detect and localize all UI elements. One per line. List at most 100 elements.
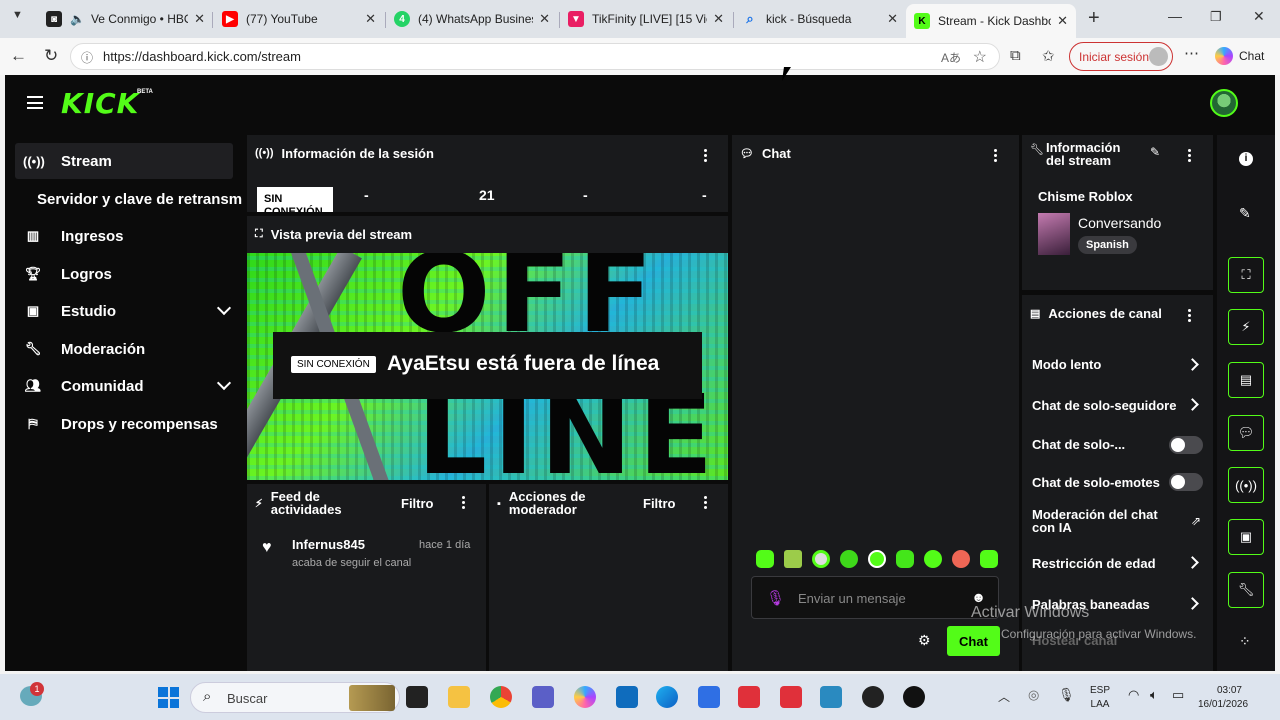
action-slow-mode[interactable]: Modo lento <box>1032 357 1207 372</box>
site-info-icon[interactable]: ⓘ <box>81 49 93 66</box>
emote-icon[interactable] <box>840 550 858 568</box>
wifi-icon[interactable]: ◠ <box>1128 687 1139 703</box>
chat-settings-icon[interactable]: ⚙ <box>918 632 931 649</box>
read-aloud-icon[interactable]: Aあ <box>941 49 961 66</box>
more-menu-icon[interactable]: ⋯ <box>1184 44 1199 62</box>
user-avatar[interactable] <box>1210 89 1238 117</box>
task-view-icon[interactable] <box>406 686 428 708</box>
menu-icon[interactable] <box>27 96 43 109</box>
battery-icon[interactable]: ▭ <box>1172 687 1184 703</box>
volume-icon[interactable]: 🔈︎ <box>1150 687 1158 703</box>
more-icon[interactable]: ⁘ <box>1239 633 1251 650</box>
sidebar-item-stream[interactable]: ((•)) Stream <box>15 143 233 179</box>
close-tab-icon[interactable]: ✕ <box>1057 13 1068 29</box>
kebab-menu-icon[interactable] <box>704 149 707 164</box>
app-icon[interactable] <box>698 686 720 708</box>
app-icon[interactable] <box>780 686 802 708</box>
chevron-up-icon[interactable]: ︿ <box>998 688 1010 705</box>
app-icon[interactable] <box>903 686 925 708</box>
clock[interactable]: 03:07 16/01/2026 <box>1198 684 1248 712</box>
tab-hbo[interactable]: ◙ 🔈 Ve Conmigo • HBO ✕ <box>38 4 213 34</box>
sidebar-item-drops[interactable]: ⛿ Drops y recompensas <box>15 406 233 442</box>
favorite-star-icon[interactable]: ☆ <box>973 47 987 67</box>
language-indicator[interactable]: ESP LAA <box>1090 684 1110 712</box>
emote-icon[interactable] <box>952 550 970 568</box>
tab-kick-dashboard[interactable]: K Stream - Kick Dashboar ✕ <box>906 4 1076 38</box>
close-tab-icon[interactable]: ✕ <box>713 11 724 27</box>
favorites-icon[interactable]: ✩ <box>1042 47 1055 65</box>
external-link-icon[interactable]: ⇗ <box>1191 514 1201 528</box>
tab-tikfinity[interactable]: ▼ TikFinity [LIVE] [15 View ✕ <box>560 4 732 34</box>
edit-pencil-icon[interactable]: ✎ <box>1150 145 1160 159</box>
close-tab-icon[interactable]: ✕ <box>365 11 376 27</box>
rail-chat-button[interactable]: 💬︎ <box>1228 415 1264 451</box>
tab-whatsapp[interactable]: 4 (4) WhatsApp Business ✕ <box>386 4 558 34</box>
rail-notes-button[interactable]: ▤ <box>1228 362 1264 398</box>
kebab-menu-icon[interactable] <box>1188 149 1191 164</box>
signin-button[interactable]: Iniciar sesión <box>1069 42 1173 71</box>
outlook-icon[interactable] <box>616 686 638 708</box>
tab-bing-search[interactable]: ⌕ kick - Búsqueda ✕ <box>734 4 906 34</box>
emote-icon[interactable] <box>896 550 914 568</box>
start-icon[interactable] <box>158 687 179 708</box>
emoji-icon[interactable]: ☻ <box>971 589 986 605</box>
app-icon[interactable] <box>738 686 760 708</box>
feed-filter-button[interactable]: Filtro <box>401 496 434 511</box>
mod-filter-button[interactable]: Filtro <box>643 496 676 511</box>
url-field[interactable]: ⓘ https://dashboard.kick.com/stream Aあ ☆ <box>70 43 1000 70</box>
sidebar-item-estudio[interactable]: ▣ Estudio <box>15 293 233 329</box>
action-age-restriction[interactable]: Restricción de edad <box>1032 556 1207 571</box>
kebab-menu-icon[interactable] <box>1188 309 1191 324</box>
copilot-icon[interactable] <box>574 686 596 708</box>
tab-list-icon[interactable]: ▼ <box>12 9 23 21</box>
microphone-icon[interactable]: 🎙︎ <box>1058 687 1075 703</box>
emote-icon[interactable] <box>868 550 886 568</box>
emotes-only-toggle[interactable] <box>1169 473 1203 491</box>
close-tab-icon[interactable]: ✕ <box>887 11 898 27</box>
emote-icon[interactable] <box>756 550 774 568</box>
close-tab-icon[interactable]: ✕ <box>539 11 550 27</box>
sidebar-item-server-key[interactable]: Servidor y clave de retransm <box>37 181 247 217</box>
back-icon[interactable]: ← <box>10 46 27 66</box>
tray-icon[interactable]: ◎ <box>1028 687 1039 703</box>
send-chat-button[interactable]: Chat <box>947 626 1000 656</box>
emote-icon[interactable] <box>924 550 942 568</box>
tab-youtube[interactable]: ▶ (77) YouTube ✕ <box>214 4 384 34</box>
sidebar-item-moderacion[interactable]: 🔧︎ Moderación <box>15 331 233 367</box>
subs-only-toggle[interactable] <box>1169 436 1203 454</box>
rail-mod-button[interactable]: ▣ <box>1228 519 1264 555</box>
microphone-icon[interactable]: 🎙︎ <box>766 589 785 607</box>
extensions-icon[interactable]: ⧉ <box>1010 47 1021 64</box>
app-icon[interactable] <box>820 686 842 708</box>
rail-activity-button[interactable]: ⚡︎ <box>1228 309 1264 345</box>
action-ai-moderation[interactable]: Moderación del chat con IA <box>1032 508 1182 534</box>
taskbar-search[interactable]: ⌕ Buscar <box>190 682 400 713</box>
sidebar-item-logros[interactable]: 🏆︎ Logros <box>15 256 233 292</box>
action-followers-only[interactable]: Chat de solo-seguidore <box>1032 398 1192 413</box>
emote-icon[interactable] <box>980 550 998 568</box>
close-window-icon[interactable]: ✕ <box>1253 8 1265 25</box>
emote-icon[interactable] <box>812 550 830 568</box>
chat-input[interactable]: 🎙︎ Enviar un mensaje ☻ <box>751 576 999 619</box>
file-explorer-icon[interactable] <box>448 686 470 708</box>
kebab-menu-icon[interactable] <box>994 149 997 164</box>
new-tab-button[interactable]: + <box>1088 7 1100 30</box>
feed-username[interactable]: Infernus845 <box>292 537 365 552</box>
reload-icon[interactable]: ↻ <box>44 46 58 66</box>
kebab-menu-icon[interactable] <box>704 496 707 511</box>
close-tab-icon[interactable]: ✕ <box>194 11 205 27</box>
restore-icon[interactable]: ❐ <box>1210 9 1222 25</box>
copilot-chat-button[interactable]: Chat <box>1215 47 1264 65</box>
rail-preview-button[interactable]: ⛶ <box>1228 257 1264 293</box>
info-icon[interactable]: i <box>1239 152 1253 166</box>
chrome-icon[interactable] <box>490 686 512 708</box>
sidebar-item-comunidad[interactable]: 👥︎ Comunidad <box>15 368 233 404</box>
minimize-icon[interactable]: — <box>1168 8 1182 24</box>
app-icon[interactable] <box>862 686 884 708</box>
rail-broadcast-button[interactable]: ((•)) <box>1228 467 1264 503</box>
emote-icon[interactable] <box>784 550 802 568</box>
rail-settings-button[interactable]: 🔧︎ <box>1228 572 1264 608</box>
kebab-menu-icon[interactable] <box>462 496 465 511</box>
edge-icon[interactable] <box>656 686 678 708</box>
sidebar-item-ingresos[interactable]: ▥ Ingresos <box>15 218 233 254</box>
